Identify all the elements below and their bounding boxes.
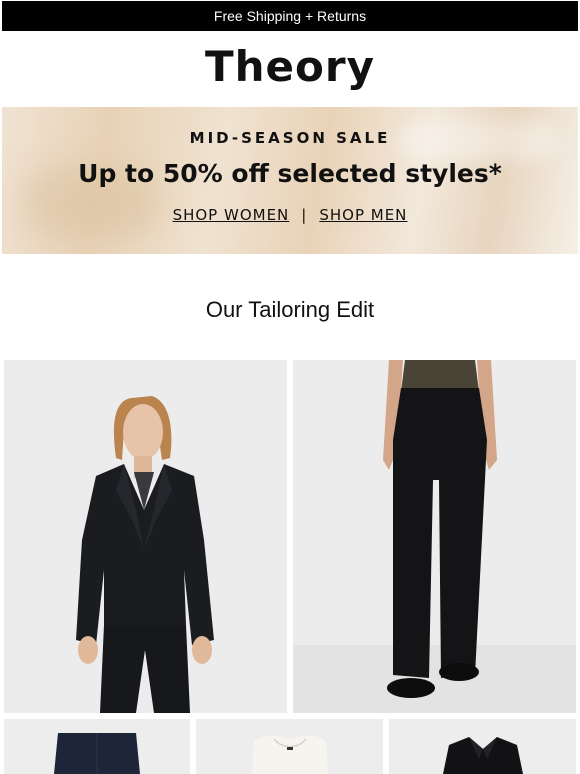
- sale-banner[interactable]: MID-SEASON SALE Up to 50% off selected s…: [2, 107, 578, 254]
- black-jacket-illustration: [389, 719, 576, 774]
- shop-men-link[interactable]: SHOP MEN: [319, 206, 407, 224]
- brand-logo[interactable]: Theory: [0, 42, 580, 91]
- white-top-illustration: [196, 719, 383, 774]
- link-separator: |: [301, 206, 308, 224]
- product-image-navy-trousers[interactable]: [4, 719, 190, 774]
- sale-eyebrow: MID-SEASON SALE: [189, 129, 391, 147]
- sale-links: SHOP WOMEN | SHOP MEN: [2, 206, 578, 224]
- trousers-model-illustration: [293, 360, 576, 713]
- shop-women-link[interactable]: SHOP WOMEN: [173, 206, 290, 224]
- product-image-trousers[interactable]: [293, 360, 576, 713]
- shipping-text: Free Shipping + Returns: [213, 8, 367, 24]
- shipping-banner[interactable]: Free Shipping + Returns: [2, 1, 578, 31]
- blazer-model-illustration: [4, 360, 287, 713]
- sale-headline: Up to 50% off selected styles*: [78, 159, 502, 188]
- product-image-white-top[interactable]: [196, 719, 383, 774]
- navy-trousers-illustration: [4, 719, 190, 774]
- product-image-black-jacket[interactable]: [389, 719, 576, 774]
- section-title: Our Tailoring Edit: [205, 297, 375, 322]
- product-image-blazer[interactable]: [4, 360, 287, 713]
